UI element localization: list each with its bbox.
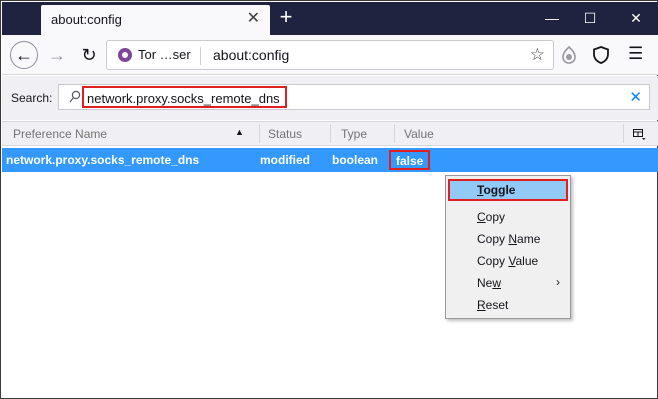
url-bar[interactable]: Tor …ser about:config ☆ xyxy=(106,40,554,70)
menu-item-copy-value[interactable]: Copy Value xyxy=(448,250,568,272)
column-divider[interactable] xyxy=(330,124,331,143)
title-bar: about:config ✕ + — ☐ ✕ xyxy=(2,2,658,35)
forward-button[interactable]: → xyxy=(43,41,71,69)
column-divider[interactable] xyxy=(394,124,395,143)
search-label: Search: xyxy=(11,91,53,105)
tab-title: about:config xyxy=(51,12,122,27)
tor-chip-label: Tor …ser xyxy=(138,47,191,62)
tab-about-config[interactable]: about:config ✕ xyxy=(41,5,270,35)
value-cell[interactable]: false xyxy=(389,150,431,170)
tor-browser-chip[interactable]: Tor …ser xyxy=(112,44,196,66)
column-header-status[interactable]: Status xyxy=(268,127,302,141)
search-input[interactable]: network.proxy.socks_remote_dns ✕ xyxy=(58,84,650,110)
bookmark-star-icon[interactable]: ☆ xyxy=(530,45,545,65)
new-tab-icon[interactable]: + xyxy=(275,6,297,30)
sort-ascending-icon: ▲ xyxy=(235,127,244,137)
status-cell: modified xyxy=(260,153,310,167)
table-row[interactable]: network.proxy.socks_remote_dns modified … xyxy=(2,148,658,172)
back-button[interactable]: ← xyxy=(10,41,38,69)
menu-item-label: Copy xyxy=(477,210,506,224)
column-header-type[interactable]: Type xyxy=(341,127,367,141)
menu-item-label: Reset xyxy=(477,298,509,312)
hamburger-menu-icon[interactable]: ☰ xyxy=(628,45,646,65)
search-icon xyxy=(69,90,81,104)
column-picker-icon[interactable] xyxy=(633,128,646,140)
tab-close-icon[interactable]: ✕ xyxy=(247,11,260,27)
browser-window: about:config ✕ + — ☐ ✕ ← → ↻ Tor …ser ab… xyxy=(0,0,658,399)
window-close-icon[interactable]: ✕ xyxy=(626,8,646,28)
menu-item-new[interactable]: New › xyxy=(448,272,568,294)
search-row: Search: network.proxy.socks_remote_dns ✕ xyxy=(2,76,658,120)
maximize-icon[interactable]: ☐ xyxy=(580,8,600,28)
table-header: Preference Name ▲ Status Type Value xyxy=(2,121,658,146)
tor-onion-icon xyxy=(118,48,132,62)
menu-item-copy-name[interactable]: Copy Name xyxy=(448,228,568,250)
menu-item-label: Copy Name xyxy=(477,232,541,246)
search-input-value[interactable]: network.proxy.socks_remote_dns xyxy=(82,86,287,108)
column-header-preference-name[interactable]: Preference Name xyxy=(13,127,107,141)
menu-item-toggle[interactable]: Toggle xyxy=(448,179,568,201)
menu-item-label: Copy Value xyxy=(477,254,539,268)
context-menu: Toggle Copy Copy Name Copy Value New › R… xyxy=(445,175,571,319)
url-separator xyxy=(200,47,201,65)
type-cell: boolean xyxy=(332,153,379,167)
menu-item-label: Toggle xyxy=(477,183,516,197)
navigation-bar: ← → ↻ Tor …ser about:config ☆ ☰ xyxy=(2,35,658,75)
menu-item-label: New xyxy=(477,276,502,290)
reload-button[interactable]: ↻ xyxy=(75,41,103,69)
clear-search-icon[interactable]: ✕ xyxy=(629,88,642,106)
url-text[interactable]: about:config xyxy=(213,47,289,63)
shield-icon[interactable] xyxy=(592,45,610,65)
column-header-value[interactable]: Value xyxy=(404,127,434,141)
minimize-icon[interactable]: — xyxy=(542,8,562,28)
onion-circuit-icon[interactable] xyxy=(560,45,578,65)
column-divider[interactable] xyxy=(259,124,260,143)
menu-item-copy[interactable]: Copy xyxy=(448,206,568,228)
menu-item-reset[interactable]: Reset xyxy=(448,294,568,316)
submenu-arrow-icon: › xyxy=(556,275,560,289)
preference-name-cell: network.proxy.socks_remote_dns xyxy=(6,153,200,167)
column-divider[interactable] xyxy=(623,124,624,143)
